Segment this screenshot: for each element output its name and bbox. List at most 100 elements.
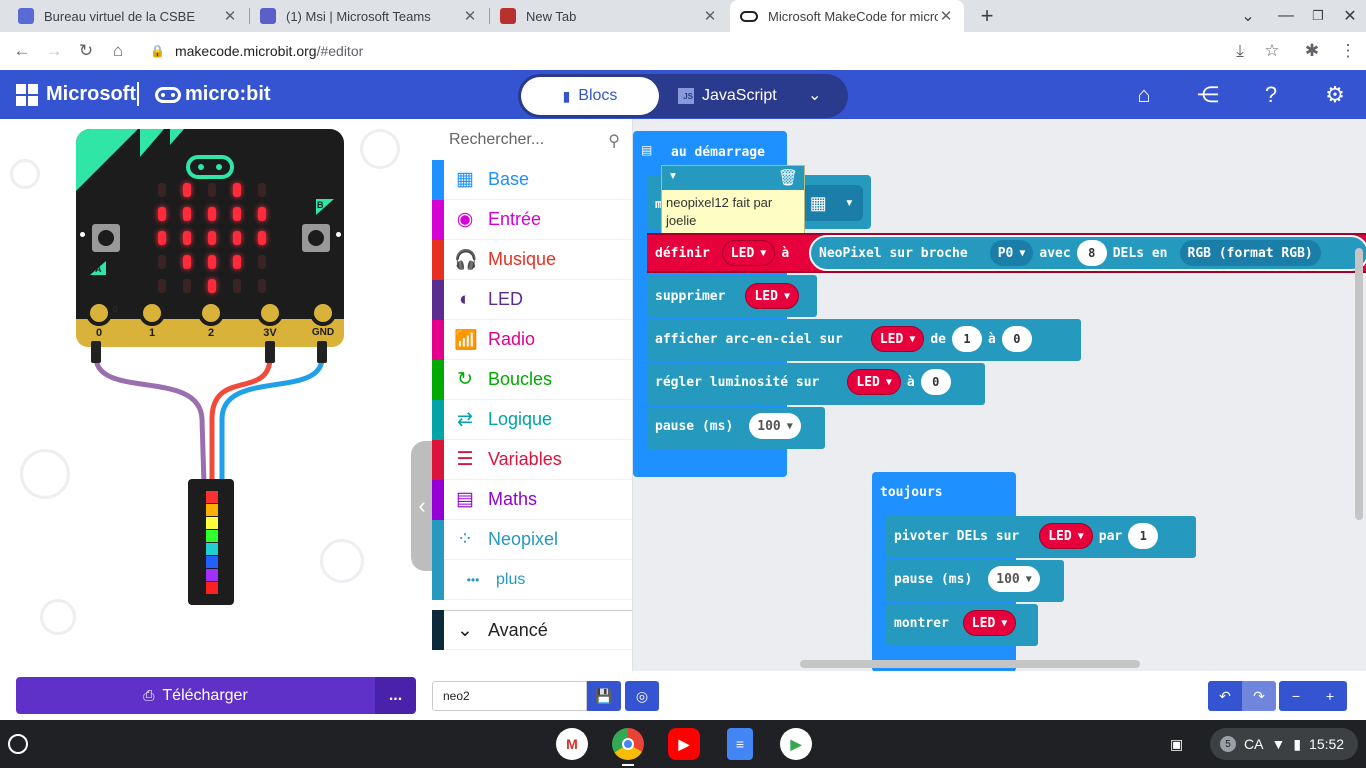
comment-collapse-icon[interactable]: ▼ (668, 171, 678, 182)
gmail-icon[interactable]: M (556, 728, 588, 760)
toolbox-category-avancé[interactable]: ⌄ Avancé (432, 610, 632, 650)
toolbox-category-base[interactable]: ▦ Base (432, 159, 632, 200)
comment-icon[interactable]: ▤ (641, 143, 652, 157)
category-color-bar (432, 159, 444, 200)
pause-dropdown[interactable]: 100 ▼ (749, 413, 801, 439)
toolbox-category-musique[interactable]: 🎧 Musique (432, 239, 632, 280)
dropdown-triangle-icon: ▼ (783, 290, 790, 302)
browser-tab-makecode[interactable]: Microsoft MakeCode for micro:bit ✕ (730, 0, 964, 32)
settings-gear-icon[interactable]: ⚙ (1322, 82, 1348, 108)
tab-search-icon[interactable]: ⌄ (1236, 4, 1260, 28)
strip-dropdown[interactable]: LED ▼ (870, 326, 925, 352)
holding-space-icon[interactable]: ▣ (1170, 728, 1183, 760)
toolbox-category-neopixel[interactable]: ⁘ Neopixel (432, 519, 632, 560)
toolbox-category-logique[interactable]: ⇄ Logique (432, 399, 632, 440)
home-icon[interactable]: ⌂ (1131, 82, 1157, 108)
show-rainbow-label: afficher arc-en-ciel sur (655, 331, 843, 347)
trash-icon[interactable]: 🗑 (778, 168, 798, 188)
rotate-by-input[interactable]: 1 (1128, 523, 1159, 549)
reload-icon[interactable]: ↻ (74, 39, 98, 63)
brand-microsoft[interactable]: Microsoft (46, 83, 136, 106)
collapse-simulator-chevron-icon[interactable]: ‹ (411, 441, 432, 571)
new-tab-button[interactable]: + (975, 3, 999, 28)
back-arrow-icon[interactable]: ← (10, 39, 34, 63)
de-label: de (930, 331, 947, 347)
neopixel-led (206, 491, 218, 503)
category-label: Variables (488, 449, 562, 469)
launcher-icon[interactable] (8, 734, 28, 754)
chrome-menu-icon[interactable]: ⋮ (1336, 39, 1360, 63)
new-tab-favicon-icon (500, 8, 516, 24)
toolbox-category-entrée[interactable]: ◉ Entrée (432, 199, 632, 240)
browser-tab-new-tab[interactable]: New Tab ✕ (490, 0, 728, 32)
lines-icon: ☰ (456, 449, 474, 470)
brand-microbit[interactable]: micro:bit (155, 83, 271, 106)
toolbox-category-maths[interactable]: ▤ Maths (432, 479, 632, 520)
pin-dropdown[interactable]: P0 ▼ (989, 240, 1034, 266)
docs-icon[interactable]: ≡ (727, 728, 753, 760)
blocks-mode-button[interactable]: ▮ Blocs (521, 77, 659, 115)
toolbox-search-input[interactable]: Rechercher... ⚲ (432, 119, 632, 161)
share-icon[interactable]: ⋲ (1195, 82, 1221, 108)
redo-icon[interactable]: ↷ (1242, 681, 1276, 711)
play-store-icon[interactable]: ▶ (780, 728, 812, 760)
youtube-icon[interactable]: ▶ (668, 728, 700, 760)
close-tab-icon[interactable]: ✕ (938, 7, 954, 25)
download-button[interactable]: ⎙ Télécharger (16, 677, 375, 714)
browser-tab-teams[interactable]: (1) Msi | Microsoft Teams ✕ (250, 0, 488, 32)
browser-tab-csbe[interactable]: Bureau virtuel de la CSBE ✕ (8, 0, 248, 32)
led-count-input[interactable]: 8 (1076, 240, 1107, 266)
block-comment[interactable]: ▼ 🗑 neopixel12 fait par joelie (661, 165, 805, 237)
javascript-mode-button[interactable]: JS JavaScript (678, 77, 798, 115)
pause-dropdown[interactable]: 100 ▼ (988, 566, 1040, 592)
close-tab-icon[interactable]: ✕ (222, 7, 238, 25)
restore-icon[interactable]: ❐ (1306, 4, 1330, 28)
zoom-in-icon[interactable]: + (1313, 681, 1347, 711)
toolbox-category-boucles[interactable]: ↻ Boucles (432, 359, 632, 400)
bookmark-star-icon[interactable]: ☆ (1260, 39, 1284, 63)
category-color-bar (432, 519, 444, 560)
forward-arrow-icon[interactable]: → (42, 39, 66, 63)
install-app-icon[interactable]: ⤓ (1228, 39, 1252, 63)
download-more-button[interactable]: ... (375, 677, 416, 714)
save-icon[interactable]: 💾 (587, 681, 621, 711)
url-host: makecode.microbit.org (174, 43, 317, 59)
format-dropdown[interactable]: RGB (format RGB) (1179, 240, 1321, 266)
address-bar[interactable]: 🔒 makecode.microbit.org/#editor (140, 36, 1290, 66)
home-icon[interactable]: ⌂ (106, 39, 130, 63)
minimize-icon[interactable]: — (1274, 4, 1298, 28)
strip-dropdown[interactable]: LED ▼ (847, 369, 901, 395)
close-tab-icon[interactable]: ✕ (462, 7, 478, 25)
rainbow-from-input[interactable]: 1 (952, 326, 983, 352)
chrome-icon[interactable] (612, 728, 644, 760)
toolbox-category-led[interactable]: ◐ LED (432, 279, 632, 320)
system-tray[interactable]: 5 CA ▼ ▮ 15:52 (1210, 728, 1358, 760)
download-file-icon: ⎙ (143, 687, 155, 703)
icon-picker[interactable]: ▦ ▼ (801, 185, 863, 221)
github-icon[interactable]: ◎ (625, 681, 659, 711)
close-window-icon[interactable]: ✕ (1338, 4, 1362, 28)
strip-dropdown[interactable]: LED ▼ (745, 283, 799, 309)
blocks-workspace[interactable]: ▤ au démarrage m ▦ ▼ ▼ 🗑 neopixel12 fait… (633, 119, 1366, 671)
workspace-horizontal-scrollbar[interactable] (800, 660, 1140, 668)
search-icon[interactable]: ⚲ (608, 131, 620, 151)
set-brightness-label: régler luminosité sur (655, 374, 820, 390)
strip-dropdown[interactable]: LED ▼ (962, 610, 1017, 636)
variable-name: LED (730, 245, 755, 261)
toolbox-category-radio[interactable]: 📶 Radio (432, 319, 632, 360)
project-name-input[interactable]: neo2 (432, 681, 587, 711)
workspace-vertical-scrollbar[interactable] (1355, 248, 1363, 520)
language-dropdown-chevron-icon[interactable]: ⌄ (808, 85, 821, 105)
extensions-puzzle-icon[interactable]: ✱ (1300, 39, 1324, 63)
comment-text[interactable]: neopixel12 fait par joelie (662, 190, 804, 234)
close-tab-icon[interactable]: ✕ (702, 7, 718, 25)
rainbow-to-input[interactable]: 0 (1001, 326, 1032, 352)
toolbox-category-plus[interactable]: ••• plus (432, 559, 632, 600)
variable-dropdown[interactable]: LED ▼ (721, 240, 776, 266)
toolbox-category-variables[interactable]: ☰ Variables (432, 439, 632, 480)
strip-dropdown[interactable]: LED ▼ (1039, 523, 1093, 549)
brightness-input[interactable]: 0 (920, 369, 951, 395)
zoom-out-icon[interactable]: − (1279, 681, 1313, 711)
undo-icon[interactable]: ↶ (1208, 681, 1242, 711)
help-icon[interactable]: ? (1258, 82, 1284, 108)
